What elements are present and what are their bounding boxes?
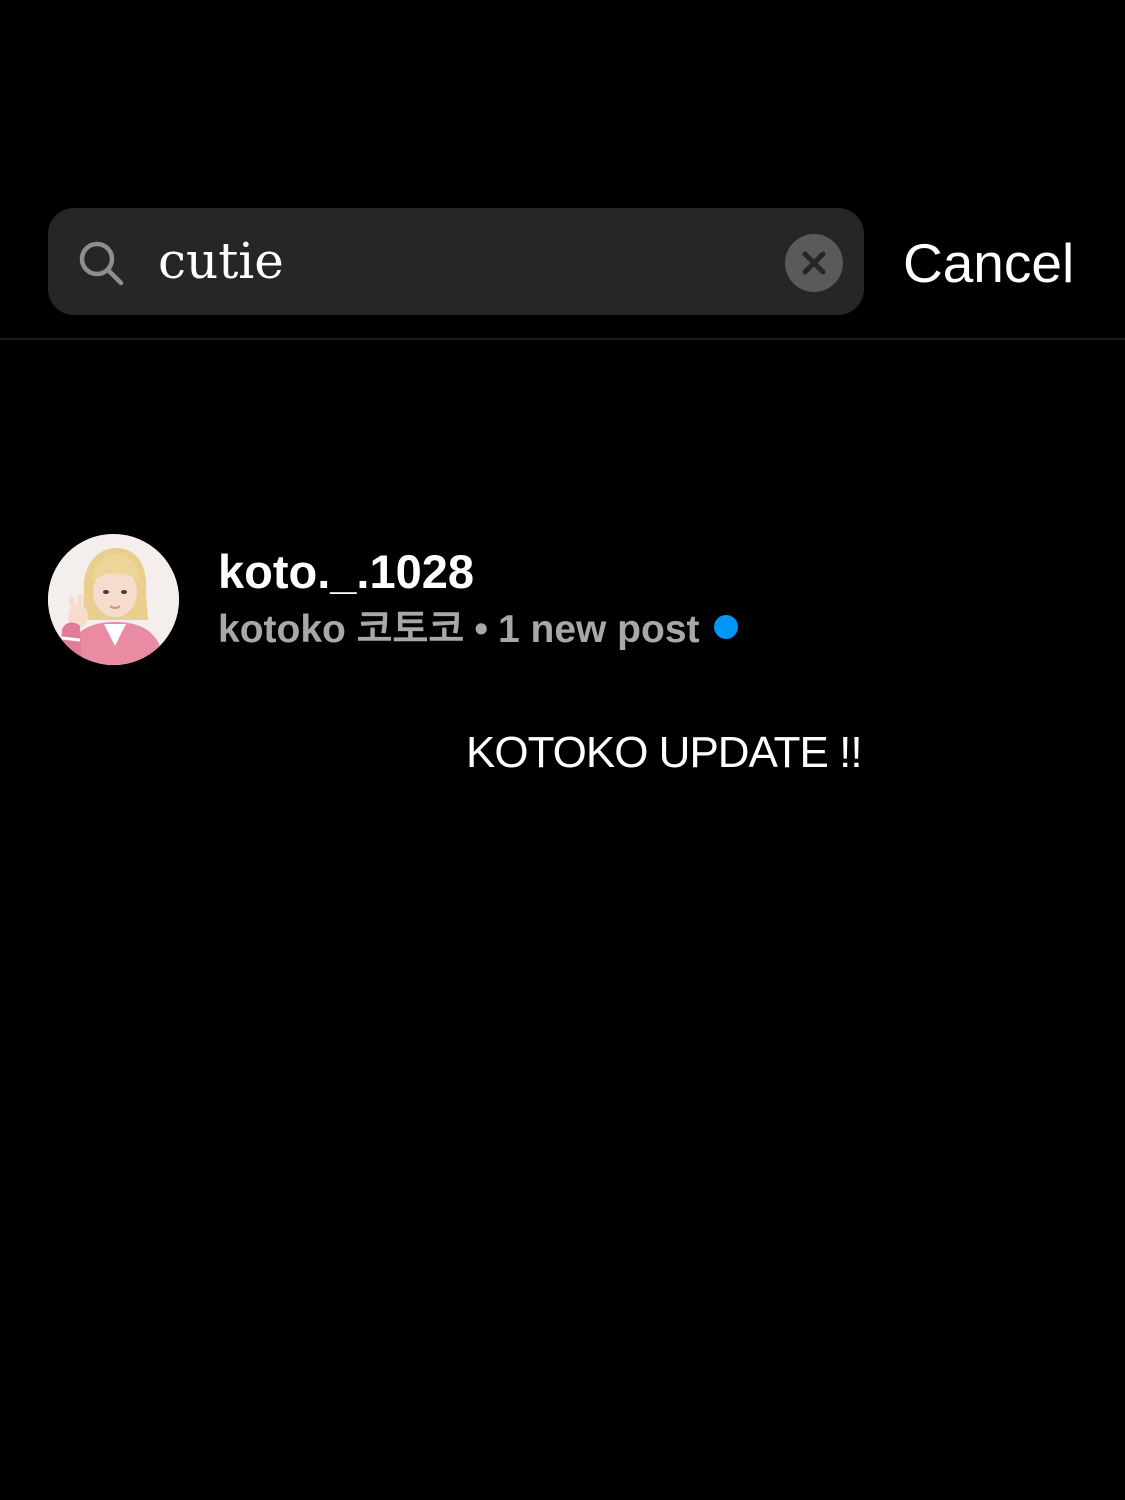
close-icon xyxy=(802,251,826,275)
new-post-dot-icon xyxy=(713,615,738,639)
result-status: 1 new post xyxy=(497,608,700,651)
avatar[interactable] xyxy=(48,534,179,665)
result-subtitle: kotoko 코토코 • 1 new post xyxy=(218,604,738,656)
overlay-caption: KOTOKO UPDATE !! xyxy=(466,728,863,777)
result-username: koto._.1028 xyxy=(218,545,475,598)
result-display-name: kotoko 코토코 xyxy=(218,608,465,651)
search-input[interactable] xyxy=(158,226,758,296)
search-result-row[interactable]: koto._.1028 kotoko 코토코 • 1 new post xyxy=(48,534,1078,668)
clear-search-button[interactable] xyxy=(785,234,843,292)
cancel-button[interactable]: Cancel xyxy=(903,228,1074,298)
search-icon xyxy=(79,241,124,286)
separator-dot: • xyxy=(474,608,488,651)
divider xyxy=(0,338,1125,340)
